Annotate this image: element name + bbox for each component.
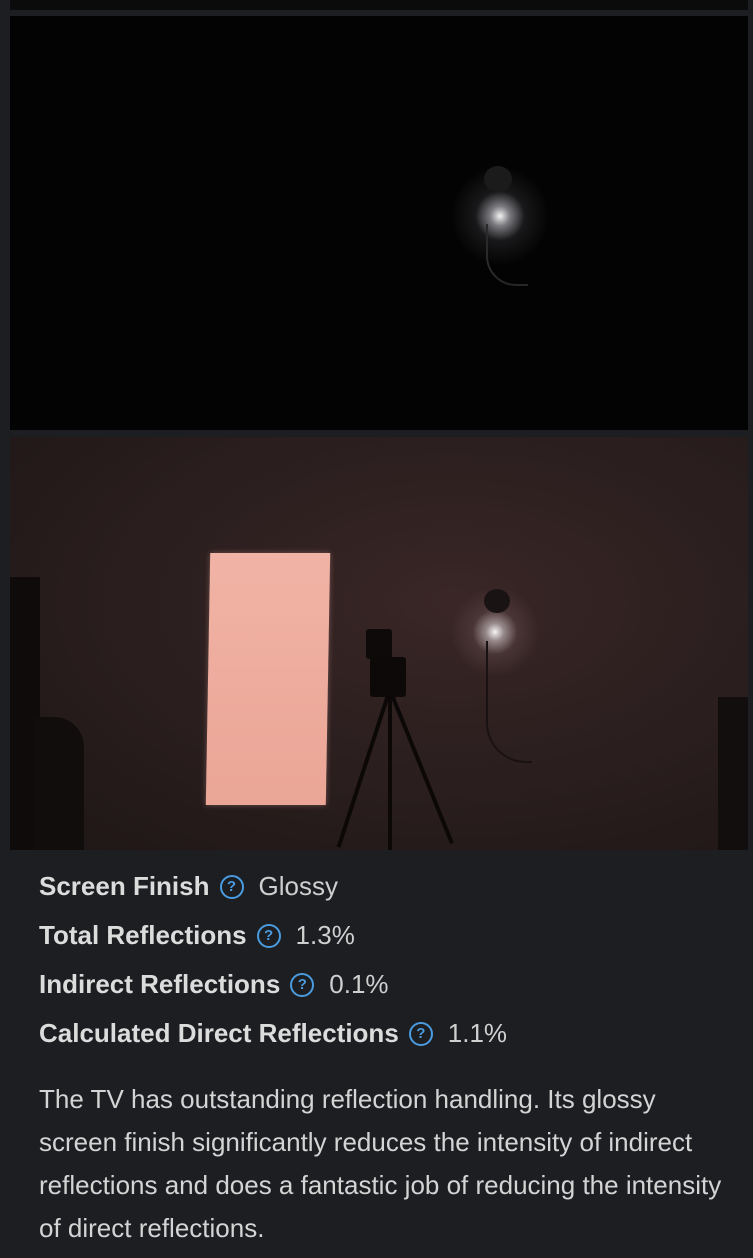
- lamp-fixture: [484, 589, 510, 613]
- spec-label: Indirect Reflections: [39, 969, 281, 999]
- lamp-cord: [486, 224, 528, 286]
- previous-image-edge: [10, 0, 748, 10]
- spec-list: Screen Finish ? Glossy Total Reflections…: [39, 862, 739, 1058]
- spec-value: Glossy: [258, 871, 338, 901]
- lamp-fixture: [484, 166, 512, 192]
- spec-label: Calculated Direct Reflections: [39, 1018, 399, 1048]
- lamp-cord: [486, 641, 532, 763]
- spec-label: Total Reflections: [39, 920, 247, 950]
- spec-row-screen-finish: Screen Finish ? Glossy: [39, 862, 739, 911]
- light-panel: [205, 553, 331, 805]
- tripod-leg-center: [388, 695, 392, 850]
- tripod-leg-left: [336, 694, 390, 848]
- help-circle-icon[interactable]: ?: [408, 1021, 433, 1046]
- reflections-section: Screen Finish ? Glossy Total Reflections…: [0, 0, 753, 1258]
- room-chair: [34, 717, 84, 850]
- camera: [366, 629, 392, 659]
- help-circle-icon[interactable]: ?: [290, 972, 315, 997]
- help-circle-icon[interactable]: ?: [219, 874, 244, 899]
- reflection-photo-lit-room: [10, 437, 748, 850]
- spec-value: 1.1%: [447, 1018, 508, 1048]
- spec-value: 0.1%: [329, 969, 389, 999]
- spec-value: 1.3%: [295, 920, 355, 950]
- spec-row-total-reflections: Total Reflections ? 1.3%: [39, 911, 739, 960]
- spec-row-calculated-direct-reflections: Calculated Direct Reflections ? 1.1%: [39, 1009, 739, 1058]
- tripod-leg-right: [390, 694, 454, 845]
- help-circle-icon[interactable]: ?: [256, 923, 281, 948]
- spec-row-indirect-reflections: Indirect Reflections ? 0.1%: [39, 960, 739, 1009]
- room-shelf: [718, 697, 748, 850]
- tripod-mount: [370, 657, 406, 697]
- reflection-photo-dark-room: [10, 16, 748, 430]
- review-text: The TV has outstanding reflection handli…: [39, 1084, 722, 1243]
- spec-label: Screen Finish: [39, 871, 210, 901]
